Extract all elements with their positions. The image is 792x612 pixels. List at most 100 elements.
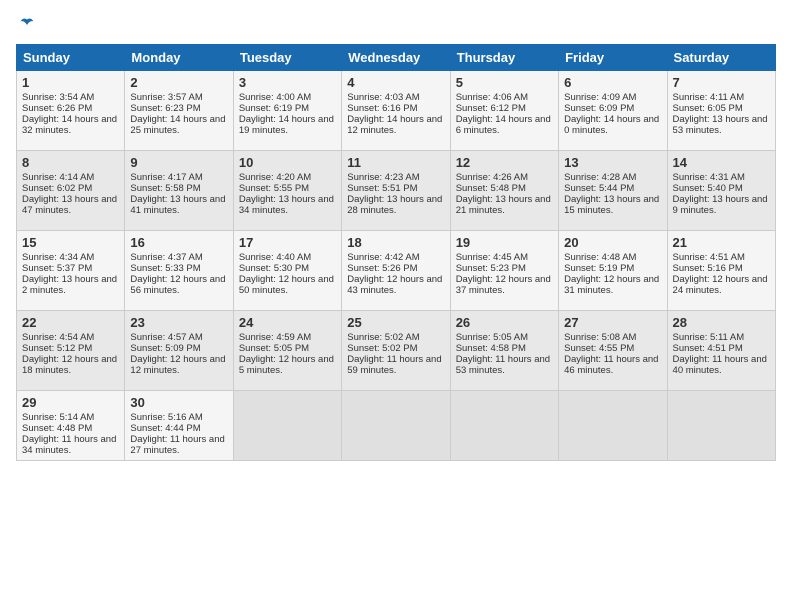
sunrise-text: Sunrise: 4:45 AM bbox=[456, 252, 528, 263]
sunrise-text: Sunrise: 4:42 AM bbox=[347, 252, 419, 263]
daylight-text: Daylight: 12 hours and 56 minutes. bbox=[130, 274, 225, 296]
calendar-cell bbox=[233, 391, 341, 461]
daylight-text: Daylight: 13 hours and 47 minutes. bbox=[22, 194, 117, 216]
sunset-text: Sunset: 5:23 PM bbox=[456, 263, 526, 274]
daylight-text: Daylight: 13 hours and 2 minutes. bbox=[22, 274, 117, 296]
sunrise-text: Sunrise: 4:37 AM bbox=[130, 252, 202, 263]
logo bbox=[16, 16, 36, 34]
sunrise-text: Sunrise: 5:05 AM bbox=[456, 332, 528, 343]
sunrise-text: Sunrise: 5:08 AM bbox=[564, 332, 636, 343]
calendar-cell: 8 Sunrise: 4:14 AM Sunset: 6:02 PM Dayli… bbox=[17, 151, 125, 231]
sunrise-text: Sunrise: 5:14 AM bbox=[22, 412, 94, 423]
sunset-text: Sunset: 5:12 PM bbox=[22, 343, 92, 354]
daylight-text: Daylight: 13 hours and 34 minutes. bbox=[239, 194, 334, 216]
day-number: 21 bbox=[673, 235, 770, 250]
day-number: 2 bbox=[130, 75, 227, 90]
daylight-text: Daylight: 14 hours and 0 minutes. bbox=[564, 114, 659, 136]
page: Sunday Monday Tuesday Wednesday Thursday… bbox=[0, 0, 792, 612]
daylight-text: Daylight: 12 hours and 24 minutes. bbox=[673, 274, 768, 296]
sunset-text: Sunset: 4:55 PM bbox=[564, 343, 634, 354]
header-tuesday: Tuesday bbox=[233, 45, 341, 71]
sunrise-text: Sunrise: 4:54 AM bbox=[22, 332, 94, 343]
sunrise-text: Sunrise: 4:03 AM bbox=[347, 92, 419, 103]
calendar-cell: 2 Sunrise: 3:57 AM Sunset: 6:23 PM Dayli… bbox=[125, 71, 233, 151]
sunrise-text: Sunrise: 4:48 AM bbox=[564, 252, 636, 263]
sunset-text: Sunset: 5:33 PM bbox=[130, 263, 200, 274]
header-thursday: Thursday bbox=[450, 45, 558, 71]
sunrise-text: Sunrise: 4:59 AM bbox=[239, 332, 311, 343]
sunset-text: Sunset: 6:26 PM bbox=[22, 103, 92, 114]
calendar-cell: 17 Sunrise: 4:40 AM Sunset: 5:30 PM Dayl… bbox=[233, 231, 341, 311]
calendar-cell: 13 Sunrise: 4:28 AM Sunset: 5:44 PM Dayl… bbox=[559, 151, 667, 231]
sunset-text: Sunset: 5:51 PM bbox=[347, 183, 417, 194]
calendar-cell: 16 Sunrise: 4:37 AM Sunset: 5:33 PM Dayl… bbox=[125, 231, 233, 311]
day-number: 5 bbox=[456, 75, 553, 90]
sunset-text: Sunset: 5:55 PM bbox=[239, 183, 309, 194]
sunset-text: Sunset: 5:30 PM bbox=[239, 263, 309, 274]
calendar-cell: 7 Sunrise: 4:11 AM Sunset: 6:05 PM Dayli… bbox=[667, 71, 775, 151]
day-number: 28 bbox=[673, 315, 770, 330]
calendar-cell: 14 Sunrise: 4:31 AM Sunset: 5:40 PM Dayl… bbox=[667, 151, 775, 231]
sunrise-text: Sunrise: 4:51 AM bbox=[673, 252, 745, 263]
day-number: 12 bbox=[456, 155, 553, 170]
day-number: 26 bbox=[456, 315, 553, 330]
day-number: 30 bbox=[130, 395, 227, 410]
header-monday: Monday bbox=[125, 45, 233, 71]
calendar-cell: 5 Sunrise: 4:06 AM Sunset: 6:12 PM Dayli… bbox=[450, 71, 558, 151]
logo-text bbox=[16, 16, 36, 34]
sunset-text: Sunset: 4:44 PM bbox=[130, 423, 200, 434]
calendar-cell: 24 Sunrise: 4:59 AM Sunset: 5:05 PM Dayl… bbox=[233, 311, 341, 391]
calendar-cell bbox=[450, 391, 558, 461]
sunrise-text: Sunrise: 4:23 AM bbox=[347, 172, 419, 183]
logo-bird-icon bbox=[18, 16, 36, 34]
calendar-cell: 23 Sunrise: 4:57 AM Sunset: 5:09 PM Dayl… bbox=[125, 311, 233, 391]
sunset-text: Sunset: 5:37 PM bbox=[22, 263, 92, 274]
day-number: 29 bbox=[22, 395, 119, 410]
calendar-cell: 27 Sunrise: 5:08 AM Sunset: 4:55 PM Dayl… bbox=[559, 311, 667, 391]
sunset-text: Sunset: 5:02 PM bbox=[347, 343, 417, 354]
calendar-cell: 9 Sunrise: 4:17 AM Sunset: 5:58 PM Dayli… bbox=[125, 151, 233, 231]
calendar-cell: 25 Sunrise: 5:02 AM Sunset: 5:02 PM Dayl… bbox=[342, 311, 450, 391]
daylight-text: Daylight: 13 hours and 41 minutes. bbox=[130, 194, 225, 216]
sunset-text: Sunset: 6:09 PM bbox=[564, 103, 634, 114]
daylight-text: Daylight: 12 hours and 18 minutes. bbox=[22, 354, 117, 376]
sunrise-text: Sunrise: 5:11 AM bbox=[673, 332, 745, 343]
day-number: 18 bbox=[347, 235, 444, 250]
sunset-text: Sunset: 4:48 PM bbox=[22, 423, 92, 434]
sunset-text: Sunset: 5:40 PM bbox=[673, 183, 743, 194]
sunset-text: Sunset: 4:51 PM bbox=[673, 343, 743, 354]
daylight-text: Daylight: 12 hours and 37 minutes. bbox=[456, 274, 551, 296]
daylight-text: Daylight: 11 hours and 46 minutes. bbox=[564, 354, 658, 376]
sunset-text: Sunset: 4:58 PM bbox=[456, 343, 526, 354]
daylight-text: Daylight: 13 hours and 9 minutes. bbox=[673, 194, 768, 216]
sunrise-text: Sunrise: 3:57 AM bbox=[130, 92, 202, 103]
calendar-cell: 21 Sunrise: 4:51 AM Sunset: 5:16 PM Dayl… bbox=[667, 231, 775, 311]
sunrise-text: Sunrise: 4:26 AM bbox=[456, 172, 528, 183]
daylight-text: Daylight: 12 hours and 50 minutes. bbox=[239, 274, 334, 296]
sunset-text: Sunset: 5:48 PM bbox=[456, 183, 526, 194]
calendar-cell: 22 Sunrise: 4:54 AM Sunset: 5:12 PM Dayl… bbox=[17, 311, 125, 391]
calendar-cell: 29 Sunrise: 5:14 AM Sunset: 4:48 PM Dayl… bbox=[17, 391, 125, 461]
day-number: 22 bbox=[22, 315, 119, 330]
calendar-cell: 10 Sunrise: 4:20 AM Sunset: 5:55 PM Dayl… bbox=[233, 151, 341, 231]
day-number: 1 bbox=[22, 75, 119, 90]
sunset-text: Sunset: 5:26 PM bbox=[347, 263, 417, 274]
daylight-text: Daylight: 12 hours and 12 minutes. bbox=[130, 354, 225, 376]
sunrise-text: Sunrise: 5:16 AM bbox=[130, 412, 202, 423]
day-number: 6 bbox=[564, 75, 661, 90]
daylight-text: Daylight: 14 hours and 6 minutes. bbox=[456, 114, 551, 136]
day-number: 25 bbox=[347, 315, 444, 330]
calendar-cell: 15 Sunrise: 4:34 AM Sunset: 5:37 PM Dayl… bbox=[17, 231, 125, 311]
sunset-text: Sunset: 6:02 PM bbox=[22, 183, 92, 194]
sunset-text: Sunset: 5:58 PM bbox=[130, 183, 200, 194]
header bbox=[16, 16, 776, 34]
daylight-text: Daylight: 11 hours and 59 minutes. bbox=[347, 354, 441, 376]
day-number: 15 bbox=[22, 235, 119, 250]
sunrise-text: Sunrise: 4:31 AM bbox=[673, 172, 745, 183]
day-number: 3 bbox=[239, 75, 336, 90]
weekday-header-row: Sunday Monday Tuesday Wednesday Thursday… bbox=[17, 45, 776, 71]
daylight-text: Daylight: 11 hours and 34 minutes. bbox=[22, 434, 116, 456]
daylight-text: Daylight: 13 hours and 15 minutes. bbox=[564, 194, 659, 216]
calendar-cell bbox=[667, 391, 775, 461]
daylight-text: Daylight: 14 hours and 19 minutes. bbox=[239, 114, 334, 136]
